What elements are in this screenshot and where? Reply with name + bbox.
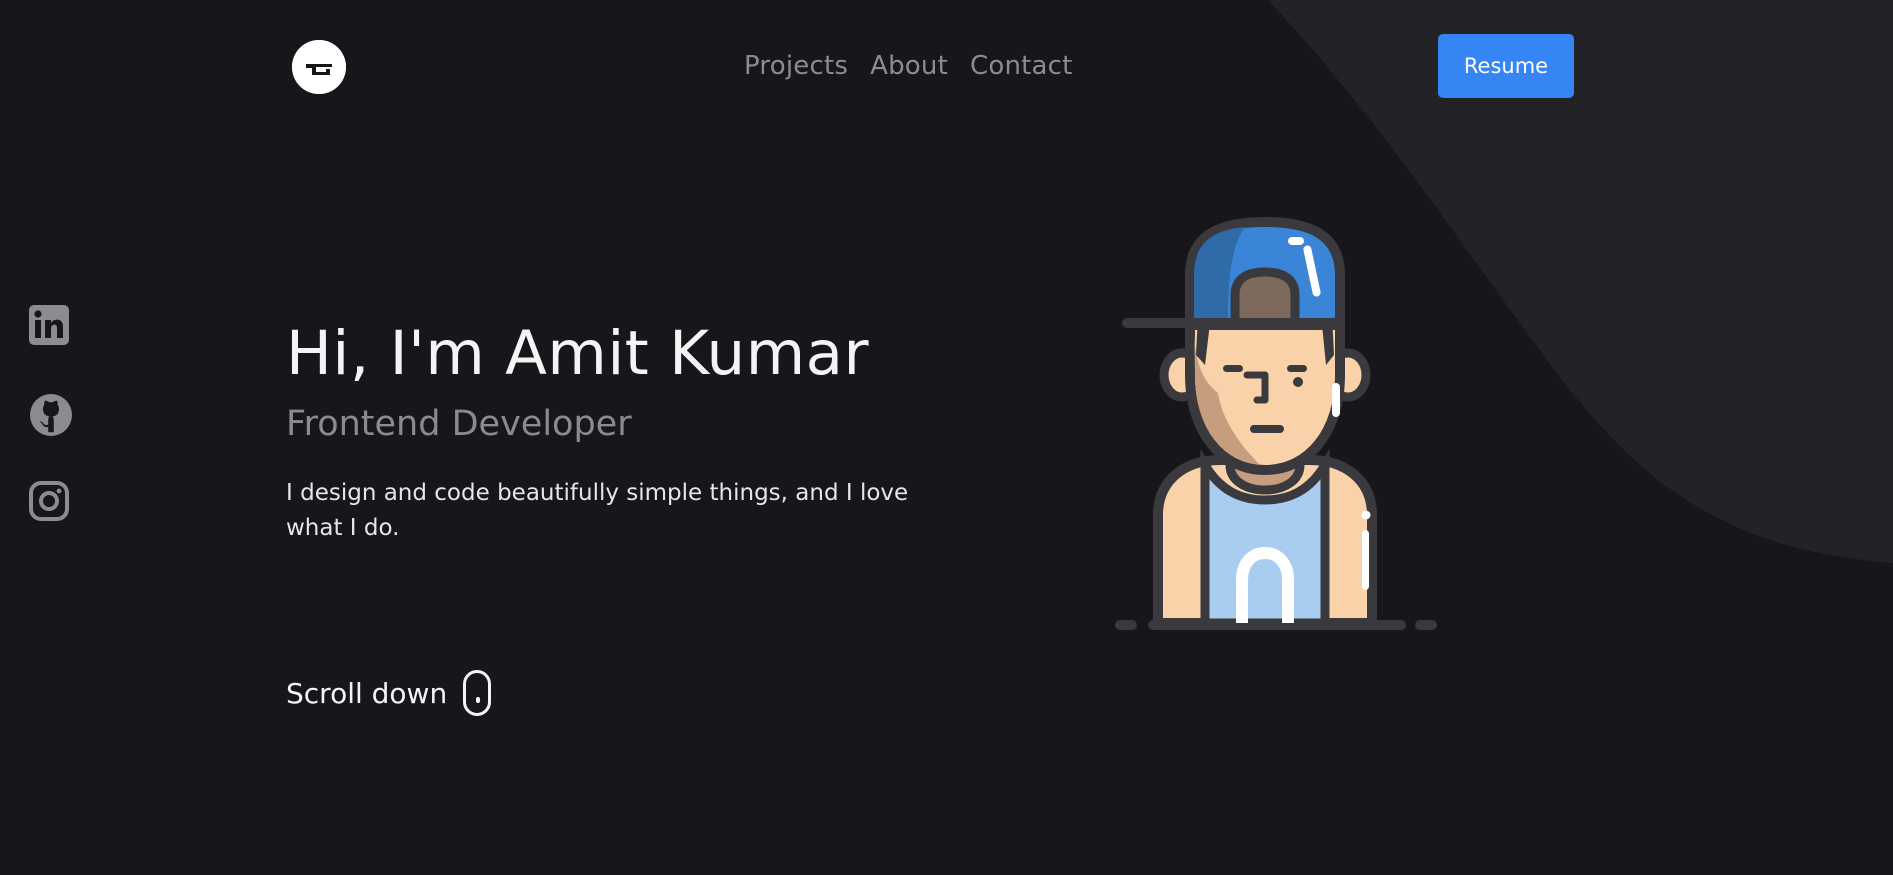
hero-description: I design and code beautifully simple thi…	[286, 480, 909, 541]
mouse-wheel-dot	[476, 697, 481, 703]
logo-mark-icon	[292, 40, 346, 94]
main-nav: Projects About Contact	[744, 46, 1073, 86]
github-link[interactable]	[28, 392, 74, 438]
nav-link-projects[interactable]: Projects	[744, 46, 848, 86]
logo[interactable]	[292, 40, 346, 94]
github-icon	[30, 394, 72, 436]
scroll-down-label: Scroll down	[286, 676, 448, 710]
instagram-link[interactable]	[28, 480, 74, 526]
resume-button[interactable]: Resume	[1438, 34, 1574, 98]
linkedin-link[interactable]	[28, 304, 74, 350]
site-header: Projects About Contact Resume	[0, 0, 1893, 130]
nav-link-about[interactable]: About	[870, 46, 948, 86]
linkedin-icon	[29, 305, 69, 345]
scroll-down-button[interactable]: Scroll down	[286, 670, 492, 716]
avatar-illustration	[1115, 216, 1437, 630]
social-links	[28, 304, 76, 568]
hero-subtitle: Frontend Developer	[286, 404, 632, 444]
instagram-icon	[29, 481, 69, 521]
nav-link-contact[interactable]: Contact	[970, 46, 1073, 86]
hero-title: Hi, I'm Amit Kumar	[286, 318, 870, 389]
hero-section: Hi, I'm Amit Kumar Frontend Developer I …	[286, 318, 966, 546]
mouse-icon	[463, 670, 492, 716]
